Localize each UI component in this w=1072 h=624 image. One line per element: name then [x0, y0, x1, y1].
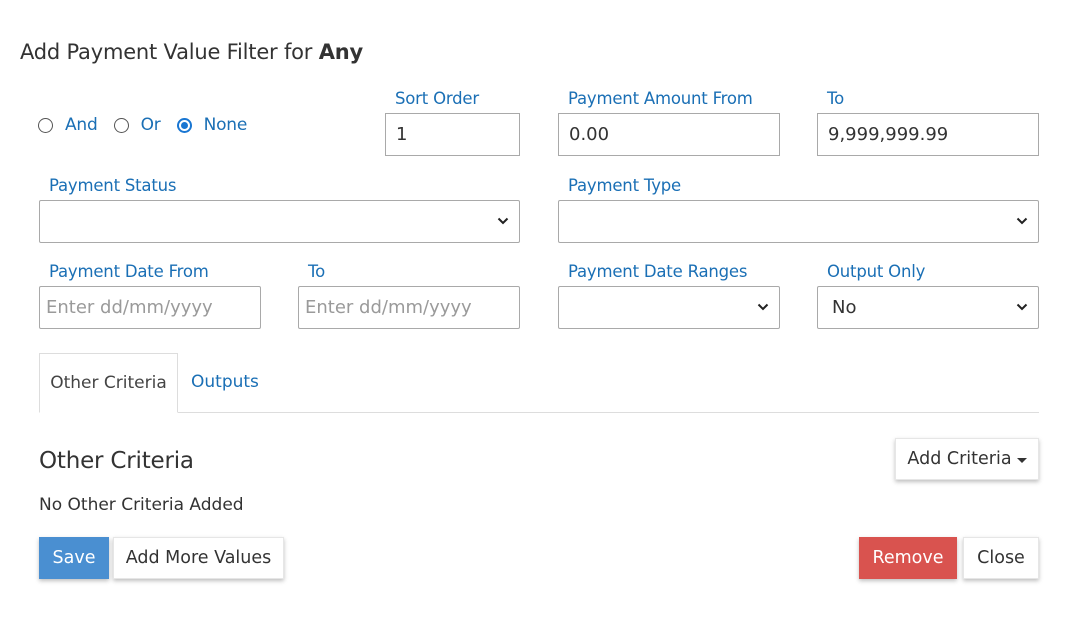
- radio-and-button[interactable]: [38, 117, 53, 133]
- date-from-label: Payment Date From: [49, 262, 209, 281]
- dialog-title-prefix: Add Payment Value Filter for: [20, 40, 319, 64]
- radio-and[interactable]: And: [38, 115, 98, 135]
- radio-or-label: Or: [140, 115, 161, 135]
- chevron-down-icon: [757, 303, 769, 311]
- date-to-label: To: [308, 262, 325, 281]
- payment-status-select[interactable]: [39, 200, 520, 243]
- tab-outputs[interactable]: Outputs: [191, 372, 259, 392]
- amount-from-label: Payment Amount From: [568, 89, 753, 108]
- radio-none-label: None: [203, 115, 248, 135]
- add-criteria-label: Add Criteria: [907, 449, 1012, 469]
- output-only-label: Output Only: [827, 262, 926, 281]
- dialog-title-target: Any: [318, 40, 364, 64]
- add-more-values-button[interactable]: Add More Values: [113, 537, 284, 579]
- radio-or-button[interactable]: [113, 117, 129, 133]
- tab-other-criteria[interactable]: Other Criteria: [39, 353, 178, 413]
- logic-radio-group: And Or None: [38, 113, 263, 137]
- sort-order-label: Sort Order: [395, 89, 479, 108]
- radio-none[interactable]: None: [176, 115, 248, 135]
- amount-from-input[interactable]: 0.00: [558, 113, 780, 156]
- empty-criteria-text: No Other Criteria Added: [39, 495, 244, 515]
- date-ranges-label: Payment Date Ranges: [568, 262, 748, 281]
- chevron-down-icon: [497, 217, 509, 225]
- output-only-select[interactable]: No: [817, 286, 1039, 329]
- amount-to-label: To: [827, 89, 844, 108]
- payment-type-label: Payment Type: [568, 176, 681, 195]
- output-only-value: No: [832, 297, 857, 318]
- section-heading: Other Criteria: [39, 448, 194, 474]
- chevron-down-icon: [1016, 303, 1028, 311]
- radio-none-button[interactable]: [176, 117, 192, 133]
- add-criteria-button[interactable]: Add Criteria: [895, 438, 1039, 480]
- caret-down-icon: [1016, 457, 1027, 463]
- tabs-divider: [39, 412, 1039, 413]
- close-button[interactable]: Close: [963, 537, 1039, 579]
- payment-type-select[interactable]: [558, 200, 1039, 243]
- remove-button[interactable]: Remove: [859, 537, 957, 579]
- save-button[interactable]: Save: [39, 537, 109, 579]
- date-ranges-select[interactable]: [558, 286, 780, 329]
- date-from-input[interactable]: Enter dd/mm/yyyy: [39, 286, 261, 329]
- amount-to-input[interactable]: 9,999,999.99: [817, 113, 1039, 156]
- radio-and-label: And: [65, 115, 98, 135]
- dialog-title: Add Payment Value Filter for Any: [20, 40, 363, 64]
- chevron-down-icon: [1016, 217, 1028, 225]
- radio-or[interactable]: Or: [113, 115, 161, 135]
- payment-status-label: Payment Status: [49, 176, 177, 195]
- sort-order-input[interactable]: 1: [385, 113, 520, 156]
- date-to-input[interactable]: Enter dd/mm/yyyy: [298, 286, 520, 329]
